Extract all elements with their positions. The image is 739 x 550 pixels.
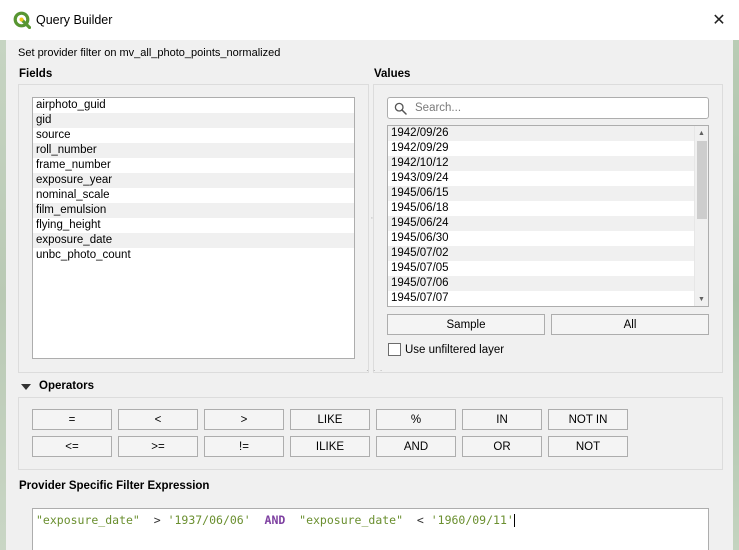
operator-button[interactable]: ILIKE bbox=[290, 436, 370, 457]
all-button[interactable]: All bbox=[551, 314, 709, 335]
value-list-item[interactable]: 1942/09/26 bbox=[388, 126, 708, 141]
operator-button[interactable]: OR bbox=[462, 436, 542, 457]
operator-button[interactable]: > bbox=[204, 409, 284, 430]
values-search-input[interactable]: Search... bbox=[387, 97, 709, 119]
operator-button[interactable]: != bbox=[204, 436, 284, 457]
use-unfiltered-checkbox[interactable] bbox=[388, 343, 401, 356]
field-list-item[interactable]: frame_number bbox=[33, 158, 354, 173]
text-caret bbox=[513, 514, 515, 527]
value-list-item[interactable]: 1945/07/06 bbox=[388, 276, 708, 291]
field-list-item[interactable]: source bbox=[33, 128, 354, 143]
scroll-up-icon[interactable]: ▲ bbox=[695, 126, 708, 140]
expression-token: < bbox=[403, 513, 431, 527]
expression-token: '1960/09/11' bbox=[430, 513, 514, 527]
close-icon: ✕ bbox=[712, 12, 726, 29]
expression-token: > bbox=[139, 513, 168, 527]
fields-list[interactable]: airphoto_guid gid source roll_number frame_n… bbox=[32, 97, 355, 359]
value-list-item[interactable]: 1945/07/05 bbox=[388, 261, 708, 276]
title-bar: Query Builder ✕ bbox=[0, 0, 739, 40]
search-placeholder: Search... bbox=[415, 102, 462, 114]
splitter-handle-horizontal[interactable]: · · · bbox=[366, 366, 383, 375]
expression-text: "exposure_date" > '1937/06/06' AND "expo… bbox=[36, 513, 515, 527]
operator-button[interactable]: >= bbox=[118, 436, 198, 457]
filter-subtitle: Set provider filter on mv_all_photo_poin… bbox=[18, 47, 281, 59]
value-list-item[interactable]: 1945/06/30 bbox=[388, 231, 708, 246]
expression-token: "exposure_date" bbox=[299, 513, 404, 527]
operator-button[interactable]: % bbox=[376, 409, 456, 430]
expression-token bbox=[285, 513, 299, 527]
scroll-down-icon[interactable]: ▼ bbox=[695, 292, 708, 306]
field-list-item[interactable]: exposure_year bbox=[33, 173, 354, 188]
value-list-item[interactable]: 1943/09/24 bbox=[388, 171, 708, 186]
value-list-item[interactable]: 1945/06/24 bbox=[388, 216, 708, 231]
background-map-right bbox=[733, 40, 739, 550]
operator-button[interactable]: NOT bbox=[548, 436, 628, 457]
expression-token bbox=[251, 513, 265, 527]
field-list-item[interactable]: film_emulsion bbox=[33, 203, 354, 218]
values-heading: Values bbox=[374, 68, 411, 80]
operator-button[interactable]: < bbox=[118, 409, 198, 430]
operator-button[interactable]: <= bbox=[32, 436, 112, 457]
values-scrollbar[interactable]: ▲ ▼ bbox=[694, 126, 708, 306]
field-list-item[interactable]: flying_height bbox=[33, 218, 354, 233]
triangle-down-icon[interactable] bbox=[21, 382, 31, 392]
value-list-item[interactable]: 1945/06/15 bbox=[388, 186, 708, 201]
expression-token: AND bbox=[264, 513, 286, 527]
operator-button[interactable]: AND bbox=[376, 436, 456, 457]
operator-button[interactable]: NOT IN bbox=[548, 409, 628, 430]
field-list-item[interactable]: gid bbox=[33, 113, 354, 128]
field-list-item[interactable]: exposure_date bbox=[33, 233, 354, 248]
expression-token: "exposure_date" bbox=[36, 513, 140, 527]
operator-button[interactable]: = bbox=[32, 409, 112, 430]
operators-heading: Operators bbox=[39, 380, 94, 392]
filter-expression-editor[interactable]: "exposure_date" > '1937/06/06' AND "expo… bbox=[32, 508, 709, 550]
field-list-item[interactable]: nominal_scale bbox=[33, 188, 354, 203]
value-list-item[interactable]: 1945/07/02 bbox=[388, 246, 708, 261]
value-list-item[interactable]: 1945/06/18 bbox=[388, 201, 708, 216]
field-list-item[interactable]: unbc_photo_count bbox=[33, 248, 354, 263]
sample-button[interactable]: Sample bbox=[387, 314, 545, 335]
qgis-logo-icon bbox=[13, 11, 31, 29]
window-title: Query Builder bbox=[36, 13, 113, 27]
close-button[interactable]: ✕ bbox=[699, 0, 739, 40]
value-list-item[interactable]: 1942/09/29 bbox=[388, 141, 708, 156]
scroll-thumb[interactable] bbox=[697, 141, 707, 219]
fields-heading: Fields bbox=[19, 68, 53, 80]
search-icon bbox=[394, 102, 407, 115]
operator-button[interactable]: IN bbox=[462, 409, 542, 430]
operators-panel bbox=[18, 397, 723, 470]
field-list-item[interactable]: roll_number bbox=[33, 143, 354, 158]
background-map-left bbox=[0, 40, 6, 550]
expression-token: '1937/06/06' bbox=[167, 513, 251, 527]
use-unfiltered-label: Use unfiltered layer bbox=[405, 344, 505, 356]
field-list-item[interactable]: airphoto_guid bbox=[33, 98, 354, 113]
value-list-item[interactable]: 1942/10/12 bbox=[388, 156, 708, 171]
expression-heading: Provider Specific Filter Expression bbox=[19, 480, 210, 492]
values-list[interactable]: 1942/09/26 1942/09/29 1942/10/12 1943/09/24… bbox=[387, 125, 709, 307]
operator-button[interactable]: LIKE bbox=[290, 409, 370, 430]
value-list-item[interactable]: 1945/07/07 bbox=[388, 291, 708, 306]
